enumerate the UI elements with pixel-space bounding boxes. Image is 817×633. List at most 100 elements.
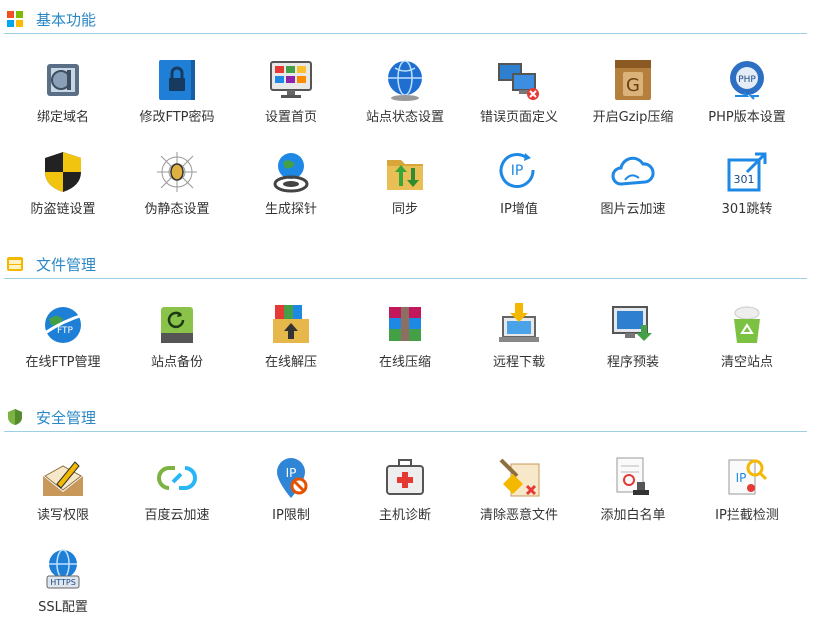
item-set-homepage[interactable]: 设置首页 <box>233 58 347 142</box>
rar-archive-icon <box>389 307 421 341</box>
homepage-monitor-icon <box>270 61 312 98</box>
item-label: 远程下载 <box>492 355 545 370</box>
item-ip-plus[interactable]: IP IP增值 <box>461 150 575 234</box>
section-title-security: 安全管理 <box>36 409 97 427</box>
item-label: 主机诊断 <box>378 508 431 523</box>
item-ssl-config[interactable]: HTTPS SSL配置 <box>5 548 119 632</box>
security-shield-icon <box>8 409 22 425</box>
item-label: 站点状态设置 <box>365 110 444 125</box>
item-ip-limit[interactable]: IP IP限制 <box>233 456 347 540</box>
whitelist-stamp-icon <box>616 457 649 495</box>
item-label: IP限制 <box>272 508 310 523</box>
item-online-unzip[interactable]: 在线解压 <box>233 303 347 387</box>
item-label: 站点备份 <box>150 355 203 370</box>
item-clean-malware[interactable]: 清除恶意文件 <box>461 456 575 540</box>
item-bind-domain[interactable]: 绑定域名 <box>5 58 119 142</box>
item-anti-leech[interactable]: 防盗链设置 <box>5 150 119 234</box>
item-site-status[interactable]: 站点状态设置 <box>347 58 461 142</box>
svg-text:IP: IP <box>511 163 524 179</box>
item-label: 在线压缩 <box>378 355 431 370</box>
svg-text:IP: IP <box>286 466 297 480</box>
svg-text:FTP: FTP <box>57 326 74 336</box>
item-label: IP拦截检测 <box>715 508 779 523</box>
item-redirect-301[interactable]: 301 301跳转 <box>689 150 803 234</box>
item-site-backup[interactable]: 站点备份 <box>119 303 233 387</box>
item-label: 伪静态设置 <box>144 202 210 217</box>
windows-blocks-icon <box>7 11 23 27</box>
svg-text:HTTPS: HTTPS <box>50 578 76 587</box>
item-online-zip[interactable]: 在线压缩 <box>347 303 461 387</box>
section-header-files: 文件管理 <box>4 250 807 279</box>
item-label: 读写权限 <box>36 508 89 523</box>
recycle-bin-icon <box>734 306 760 343</box>
ip-block-icon: IP <box>277 458 308 498</box>
section-header-security: 安全管理 <box>4 403 807 432</box>
item-remote-download[interactable]: 远程下载 <box>461 303 575 387</box>
item-ftp-password[interactable]: 修改FTP密码 <box>119 58 233 142</box>
item-error-page[interactable]: 错误页面定义 <box>461 58 575 142</box>
item-baidu-cloud[interactable]: 百度云加速 <box>119 456 233 540</box>
section-title-basic: 基本功能 <box>36 11 97 29</box>
section-title-files: 文件管理 <box>36 256 97 274</box>
item-label: 设置首页 <box>264 110 317 125</box>
ip-detect-magnifier-icon: IP <box>728 459 768 495</box>
item-label: 图片云加速 <box>600 202 666 217</box>
item-label: 程序预装 <box>606 355 659 370</box>
item-read-write[interactable]: 读写权限 <box>5 456 119 540</box>
item-sync[interactable]: 同步 <box>347 150 461 234</box>
probe-globe-icon <box>273 153 309 193</box>
first-aid-kit-icon <box>386 459 424 495</box>
unzip-box-icon <box>273 305 309 343</box>
item-label: 同步 <box>391 202 418 217</box>
svg-text:IP: IP <box>736 471 747 485</box>
item-ip-detect[interactable]: IP IP拦截检测 <box>689 456 803 540</box>
item-label: 301跳转 <box>721 202 773 217</box>
php-version-icon: PHP <box>730 61 764 100</box>
read-write-pen-icon <box>43 461 83 496</box>
item-label: 生成探针 <box>264 202 317 217</box>
item-php-version[interactable]: PHP PHP版本设置 <box>689 58 803 142</box>
item-rewrite[interactable]: 伪静态设置 <box>119 150 233 234</box>
item-label: 添加白名单 <box>600 508 666 523</box>
item-label: PHP版本设置 <box>708 110 786 125</box>
item-label: 百度云加速 <box>144 508 210 523</box>
backup-drive-icon <box>161 307 193 343</box>
item-host-diagnosis[interactable]: 主机诊断 <box>347 456 461 540</box>
item-label: 在线解压 <box>264 355 317 370</box>
baidu-cloud-icon <box>157 466 197 490</box>
item-label: SSL配置 <box>38 600 88 615</box>
item-label: 在线FTP管理 <box>25 355 101 370</box>
rewrite-spider-icon <box>157 152 197 192</box>
item-online-ftp[interactable]: FTP 在线FTP管理 <box>5 303 119 387</box>
anti-leech-shield-icon <box>45 152 81 192</box>
item-label: 清空站点 <box>720 355 773 370</box>
ip-plus-icon: IP <box>499 153 535 188</box>
item-label: IP增值 <box>500 202 538 217</box>
item-clear-site[interactable]: 清空站点 <box>689 303 803 387</box>
item-label: 修改FTP密码 <box>139 110 215 125</box>
ftp-globe-icon: FTP <box>44 307 84 343</box>
item-label: 错误页面定义 <box>479 110 558 125</box>
item-probe[interactable]: 生成探针 <box>233 150 347 234</box>
svg-text:301: 301 <box>734 173 755 186</box>
svg-text:PHP: PHP <box>738 75 756 85</box>
error-page-computers-icon <box>498 63 539 100</box>
section-header-basic: 基本功能 <box>4 5 807 34</box>
item-label: 开启Gzip压缩 <box>592 110 674 125</box>
gzip-box-icon: G <box>615 60 651 100</box>
program-install-icon <box>612 306 652 341</box>
clean-broom-icon <box>499 458 540 497</box>
item-whitelist[interactable]: 添加白名单 <box>575 456 689 540</box>
item-program-install[interactable]: 程序预装 <box>575 303 689 387</box>
item-gzip[interactable]: G 开启Gzip压缩 <box>575 58 689 142</box>
sync-folder-icon <box>387 160 423 190</box>
item-label: 防盗链设置 <box>30 202 96 217</box>
item-image-cloud[interactable]: 图片云加速 <box>575 150 689 234</box>
image-cloud-icon <box>611 156 655 186</box>
item-label: 绑定域名 <box>36 110 89 125</box>
remote-download-laptop-icon <box>499 303 539 342</box>
redirect-301-icon: 301 <box>727 152 767 192</box>
ftp-password-lock-icon <box>159 60 195 100</box>
globe-status-icon <box>388 60 422 101</box>
https-globe-icon: HTTPS <box>46 549 80 589</box>
